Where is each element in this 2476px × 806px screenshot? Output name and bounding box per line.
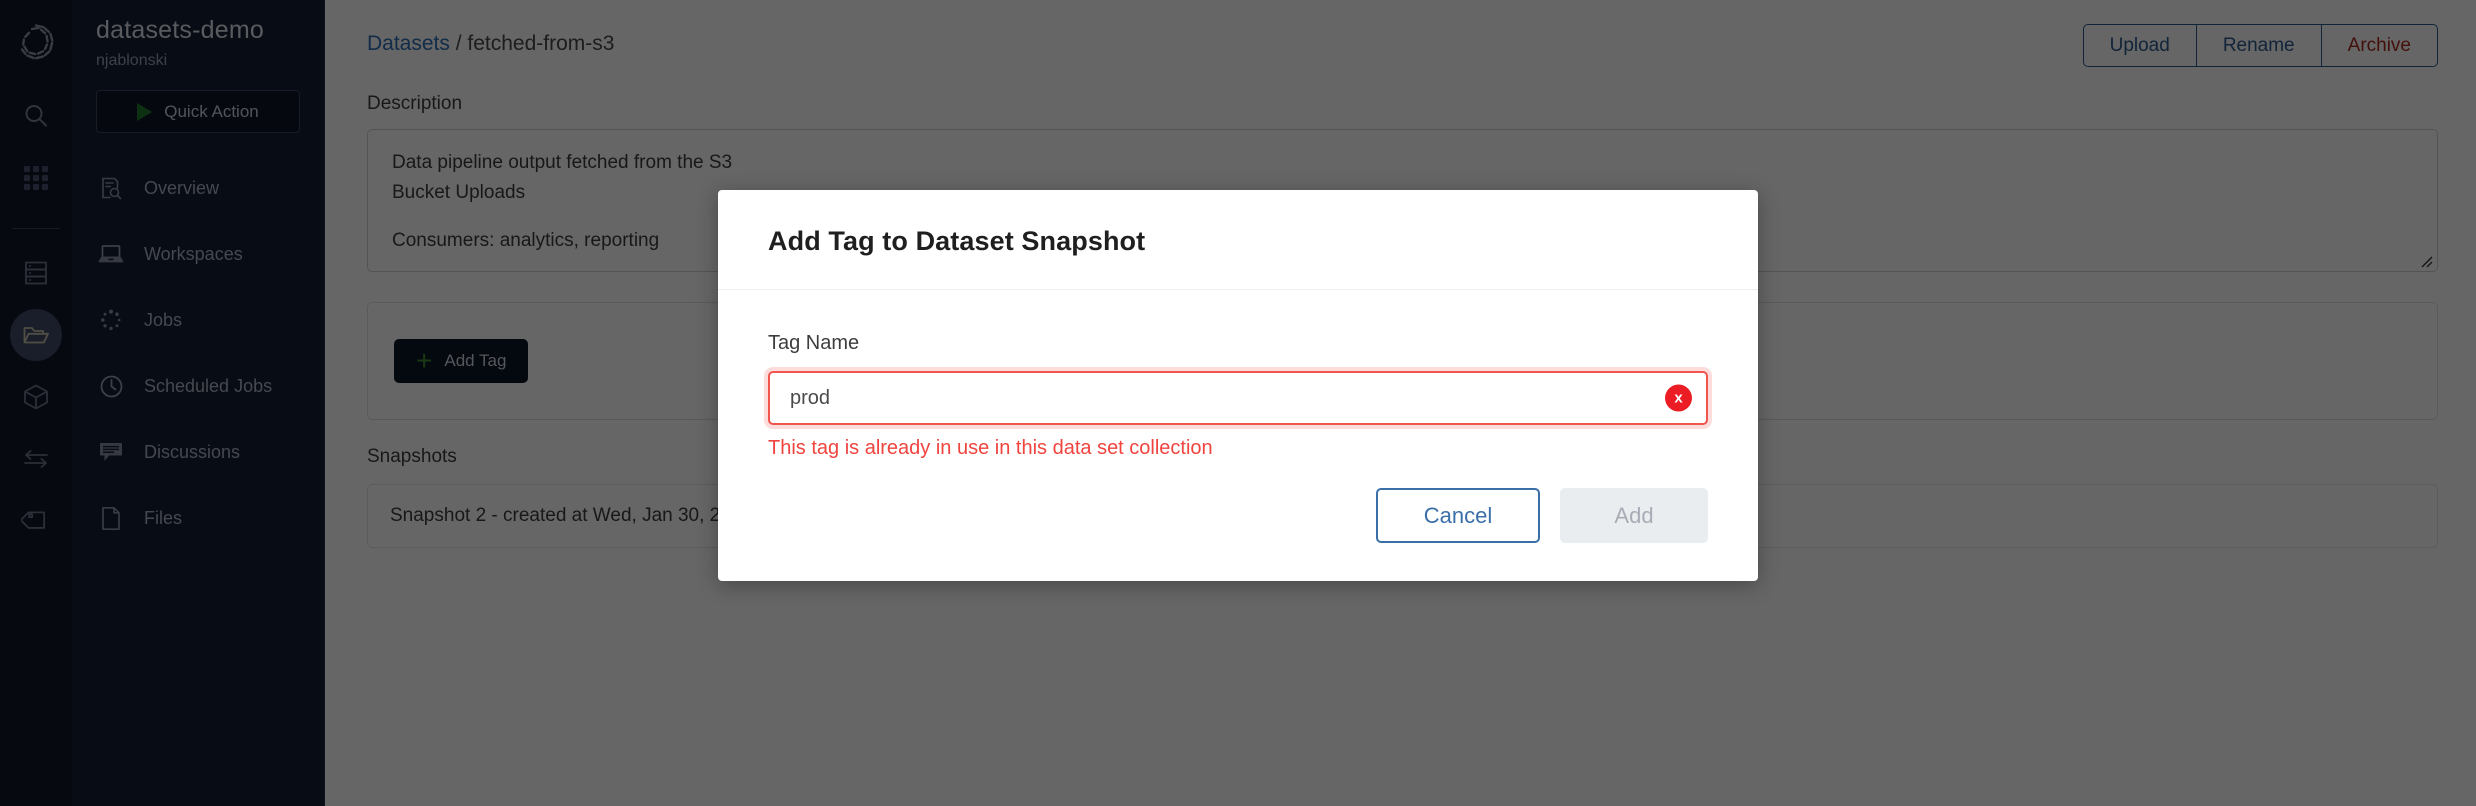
modal-title: Add Tag to Dataset Snapshot [768,226,1146,256]
tag-name-input[interactable] [768,371,1708,425]
tag-name-label: Tag Name [768,332,860,354]
tag-error-message: This tag is already in use in this data … [768,437,1213,459]
modal-actions: Cancel Add [768,488,1708,543]
add-button[interactable]: Add [1560,488,1708,543]
app-root: datasets-demo njablonski Quick Action Ov… [0,0,2476,806]
tag-name-input-wrap: x [768,371,1708,425]
modal-header: Add Tag to Dataset Snapshot [718,190,1758,290]
add-tag-modal: Add Tag to Dataset Snapshot Tag Name x T… [718,190,1758,581]
modal-body: Tag Name x This tag is already in use in… [718,290,1758,581]
clear-input-icon[interactable]: x [1665,384,1692,412]
cancel-button[interactable]: Cancel [1376,488,1540,543]
